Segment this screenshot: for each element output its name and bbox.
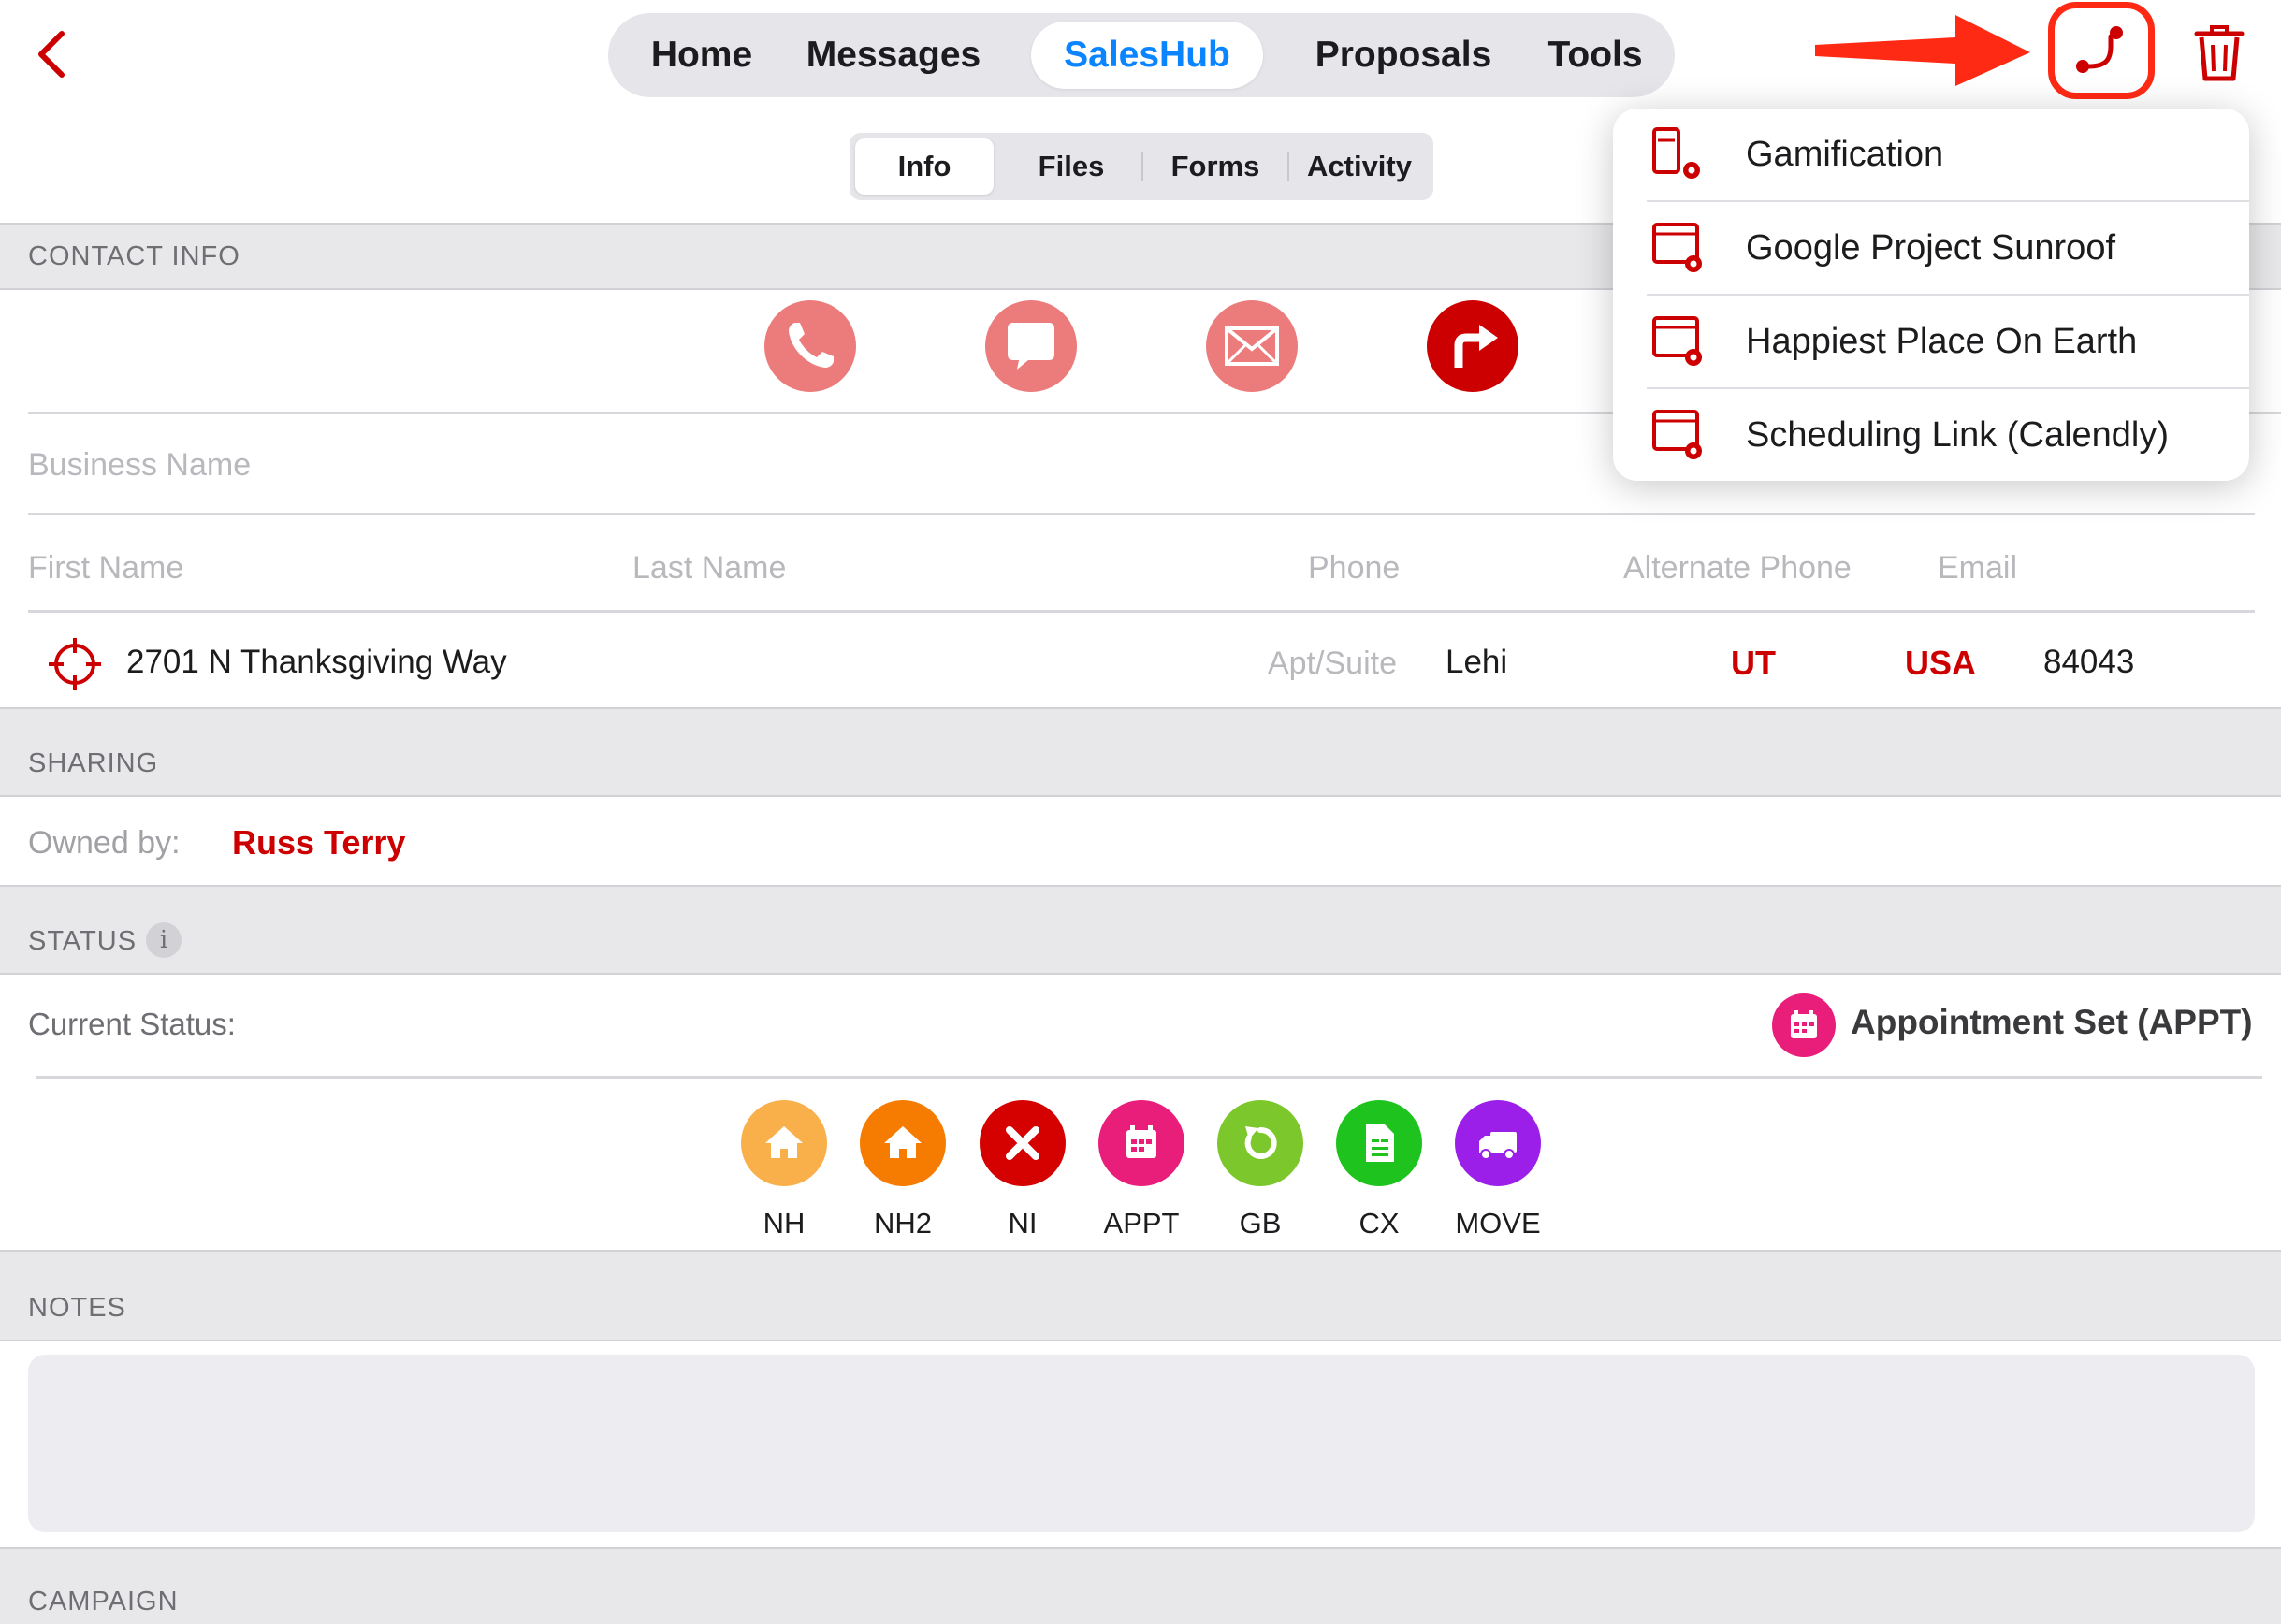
status-ni-label: NI: [1008, 1207, 1038, 1240]
delete-button[interactable]: [2193, 24, 2245, 82]
menu-item-label: Google Project Sunroof: [1746, 228, 2116, 268]
status-header: STATUS i: [0, 885, 2281, 975]
phone-icon: [789, 323, 834, 368]
status-nh-label: NH: [763, 1207, 806, 1240]
business-name-input[interactable]: Business Name: [28, 447, 683, 484]
phone-input[interactable]: Phone: [1308, 550, 1589, 587]
web-settings-icon: [1652, 223, 1702, 272]
annotation-arrow-icon: [1815, 15, 2030, 86]
state-select[interactable]: UT: [1731, 644, 1806, 683]
city-field[interactable]: Lehi: [1446, 644, 1586, 681]
alternate-phone-input[interactable]: Alternate Phone: [1623, 550, 1941, 587]
close-icon: [1006, 1126, 1039, 1160]
directions-button[interactable]: [1427, 300, 1518, 392]
tab-messages[interactable]: Messages: [795, 13, 992, 97]
section-title: SHARING: [28, 748, 159, 778]
home-icon: [765, 1126, 803, 1158]
status-nh2-label: NH2: [873, 1207, 932, 1240]
status-move-button[interactable]: [1455, 1100, 1541, 1186]
info-icon[interactable]: i: [146, 922, 182, 958]
tab-info[interactable]: Info: [855, 138, 994, 195]
section-title: CAMPAIGN: [28, 1587, 179, 1617]
status-gb-label: GB: [1239, 1207, 1282, 1240]
owned-by-label: Owned by:: [28, 825, 181, 861]
crosshair-icon: [49, 638, 101, 690]
web-settings-icon: [1652, 410, 1702, 459]
zip-field[interactable]: 84043: [2043, 644, 2174, 681]
menu-item-label: Scheduling Link (Calendly): [1746, 415, 2170, 455]
menu-item-happiest-place-on-earth[interactable]: Happiest Place On Earth: [1613, 296, 2249, 389]
chat-bubble-icon: [1008, 323, 1054, 370]
status-cx-label: CX: [1358, 1207, 1400, 1240]
chevron-left-icon: [38, 31, 65, 78]
web-settings-icon: [1652, 127, 1700, 179]
divider: [36, 1076, 2262, 1079]
email-button[interactable]: [1206, 300, 1298, 392]
call-button[interactable]: [764, 300, 856, 392]
integrations-button[interactable]: [2048, 2, 2155, 99]
status-cx-button[interactable]: [1336, 1100, 1422, 1186]
integrations-menu: Gamification Google Project Sunroof Happ…: [1613, 109, 2249, 481]
status-move-label: MOVE: [1455, 1207, 1541, 1240]
current-status-label: Current Status:: [28, 1007, 236, 1041]
status-appt-label: APPT: [1103, 1207, 1180, 1240]
back-button[interactable]: [28, 26, 80, 82]
tab-files[interactable]: Files: [1005, 138, 1138, 195]
directions-icon: [1454, 325, 1498, 368]
current-status-badge: [1772, 993, 1836, 1057]
home-icon: [884, 1126, 922, 1158]
last-name-input[interactable]: Last Name: [632, 550, 1194, 587]
owner-name[interactable]: Russ Terry: [232, 823, 606, 863]
tab-saleshub[interactable]: SalesHub: [1031, 22, 1263, 89]
tab-activity[interactable]: Activity: [1289, 138, 1430, 195]
menu-item-gamification[interactable]: Gamification: [1613, 109, 2249, 202]
menu-item-google-project-sunroof[interactable]: Google Project Sunroof: [1613, 202, 2249, 296]
tab-forms[interactable]: Forms: [1145, 138, 1286, 195]
email-input[interactable]: Email: [1938, 550, 2218, 587]
campaign-header: CAMPAIGN: [0, 1547, 2281, 1624]
tab-home[interactable]: Home: [627, 13, 777, 97]
status-appt-button[interactable]: [1098, 1100, 1184, 1186]
section-title: NOTES: [28, 1293, 126, 1323]
divider: [28, 513, 2255, 515]
tab-divider: [1141, 152, 1143, 181]
country-select[interactable]: USA: [1905, 644, 1998, 683]
status-nh-button[interactable]: [741, 1100, 827, 1186]
route-icon: [2076, 26, 2123, 73]
menu-item-scheduling-link[interactable]: Scheduling Link (Calendly): [1613, 389, 2249, 483]
section-title: CONTACT INFO: [28, 241, 240, 271]
locate-button[interactable]: [47, 636, 103, 692]
divider: [28, 610, 2255, 613]
apt-suite-input[interactable]: Apt/Suite: [1268, 645, 1455, 682]
status-ni-button[interactable]: [980, 1100, 1066, 1186]
notes-textarea[interactable]: [28, 1355, 2255, 1532]
sub-tab-bar: Info Files Forms Activity: [850, 133, 1433, 200]
message-button[interactable]: [985, 300, 1077, 392]
notes-header: NOTES: [0, 1250, 2281, 1341]
tab-proposals[interactable]: Proposals: [1291, 13, 1516, 97]
tab-tools[interactable]: Tools: [1534, 13, 1656, 97]
document-icon: [1366, 1124, 1394, 1162]
menu-item-label: Gamification: [1746, 135, 1944, 174]
first-name-input[interactable]: First Name: [28, 550, 589, 587]
menu-item-label: Happiest Place On Earth: [1746, 322, 2138, 361]
status-nh2-button[interactable]: [860, 1100, 946, 1186]
trash-icon: [2194, 25, 2245, 81]
calendar-icon: [1791, 1010, 1817, 1038]
refresh-icon: [1244, 1126, 1277, 1159]
truck-icon: [1479, 1132, 1517, 1160]
sharing-header: SHARING: [0, 707, 2281, 797]
status-gb-button[interactable]: [1217, 1100, 1303, 1186]
envelope-icon: [1225, 326, 1279, 366]
section-title: STATUS: [28, 926, 138, 956]
calendar-icon: [1126, 1125, 1156, 1158]
street-address[interactable]: 2701 N Thanksgiving Way: [126, 644, 781, 681]
current-status-value[interactable]: Appointment Set (APPT): [1851, 1003, 2281, 1042]
main-tab-bar: Home Messages SalesHub Proposals Tools: [608, 13, 1675, 97]
web-settings-icon: [1652, 316, 1702, 366]
